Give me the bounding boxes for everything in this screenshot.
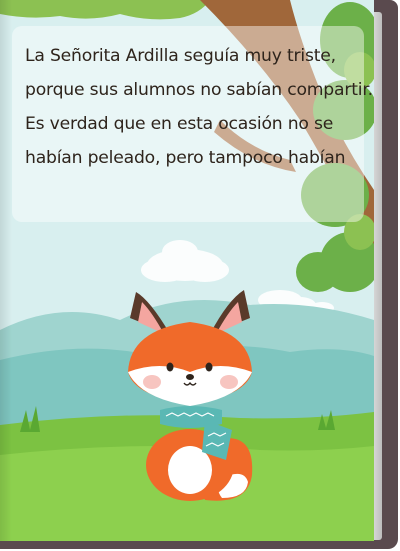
story-line-4: habían peleado, pero tampoco habían: [25, 148, 346, 168]
story-line-1: La Señorita Ardilla seguía muy triste,: [25, 46, 336, 66]
storybook-viewer: La Señorita Ardilla seguía muy triste, p…: [0, 0, 400, 551]
story-line-2: porque sus alumnos no sabían compartir.: [25, 80, 373, 100]
story-line-3: Es verdad que en esta ocasión no se: [25, 114, 334, 134]
story-page[interactable]: La Señorita Ardilla seguía muy triste, p…: [0, 0, 374, 541]
page-spine-shadow: [0, 0, 12, 541]
